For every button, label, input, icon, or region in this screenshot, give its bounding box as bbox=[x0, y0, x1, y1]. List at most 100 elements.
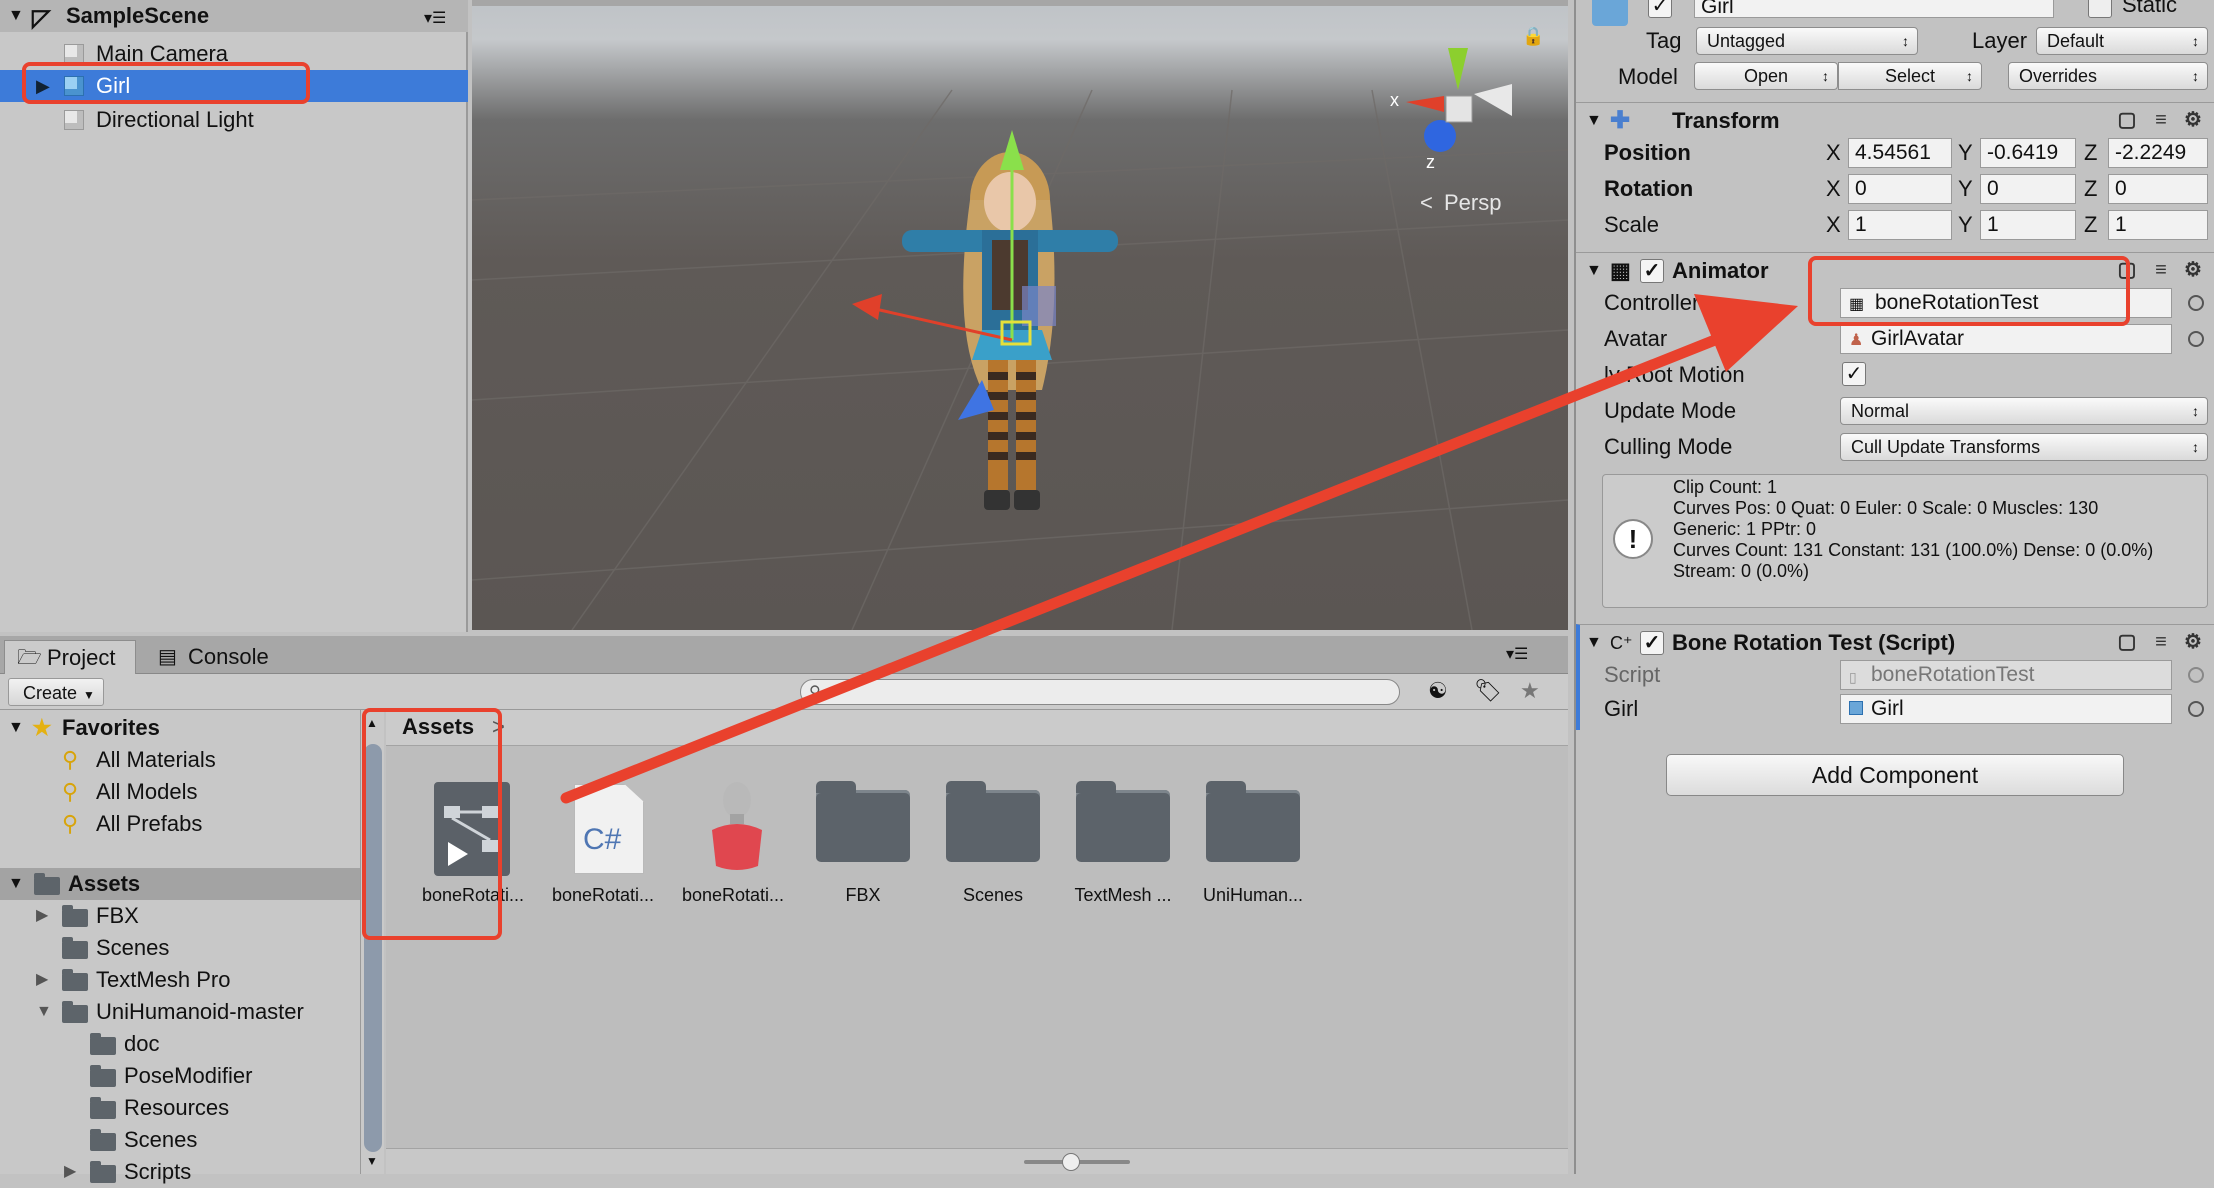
scene-view[interactable]: x z < Persp 🔒 bbox=[472, 0, 1568, 630]
culling-mode-dropdown[interactable]: Cull Update Transforms bbox=[1840, 433, 2208, 461]
layer-label: Layer bbox=[1972, 28, 2028, 53]
tree-item[interactable]: ▶ FBX bbox=[0, 900, 360, 932]
help-icon[interactable]: ▢ bbox=[2116, 109, 2138, 131]
tree-item[interactable]: ▼ UniHumanoid-master bbox=[0, 996, 360, 1028]
asset-folder[interactable]: FBX bbox=[798, 770, 928, 910]
scene-header[interactable]: ▼ ◸ SampleScene bbox=[0, 0, 468, 32]
script-component-header[interactable]: ▼ C⁺ ✓ Bone Rotation Test (Script) ▢ ≡ ⚙ bbox=[1576, 624, 2214, 660]
asset-folder[interactable]: TextMesh ... bbox=[1058, 770, 1188, 910]
scale-z-field[interactable]: 1 bbox=[2108, 210, 2208, 240]
tab-project[interactable]: 🗁 Project bbox=[4, 640, 136, 674]
assets-root[interactable]: ▼ Assets bbox=[0, 868, 360, 900]
object-name-field[interactable]: Girl bbox=[1694, 0, 2054, 18]
inspector-panel: ✓ Girl Static Tag Untagged Layer Default… bbox=[1574, 0, 2214, 1174]
zoom-slider-thumb[interactable] bbox=[1062, 1153, 1080, 1171]
script-enabled-checkbox[interactable]: ✓ bbox=[1640, 631, 1664, 655]
select-button[interactable]: Select bbox=[1838, 62, 1982, 90]
rotation-z-field[interactable]: 0 bbox=[2108, 174, 2208, 204]
avatar-icon bbox=[708, 780, 766, 876]
favorite-item[interactable]: ⚲ All Models bbox=[0, 776, 360, 808]
static-checkbox[interactable] bbox=[2088, 0, 2112, 18]
tag-dropdown[interactable]: Untagged bbox=[1696, 27, 1918, 55]
axis-z-label: Z bbox=[2084, 212, 2098, 237]
expand-triangle-icon[interactable]: ▼ bbox=[36, 996, 52, 1028]
update-mode-dropdown[interactable]: Normal bbox=[1840, 397, 2208, 425]
preset-icon[interactable]: ≡ bbox=[2150, 259, 2172, 281]
script-small-icon: ▯ bbox=[1849, 669, 1857, 685]
girl-field[interactable]: Girl bbox=[1840, 694, 2172, 724]
layer-dropdown[interactable]: Default bbox=[2036, 27, 2208, 55]
filter-label-icon[interactable]: 🏷 bbox=[1474, 678, 1502, 704]
rotation-y-field[interactable]: 0 bbox=[1980, 174, 2076, 204]
asset-script[interactable]: C# boneRotati... bbox=[538, 770, 668, 910]
search-input[interactable]: ⚲ bbox=[800, 679, 1400, 705]
preset-icon[interactable]: ≡ bbox=[2150, 109, 2172, 131]
expand-triangle-icon[interactable]: ▼ bbox=[8, 712, 24, 744]
position-y-field[interactable]: -0.6419 bbox=[1980, 138, 2076, 168]
expand-triangle-icon[interactable]: ▼ bbox=[1586, 103, 1602, 139]
favorite-item[interactable]: ⚲ All Materials bbox=[0, 744, 360, 776]
favorite-star-icon[interactable]: ★ bbox=[1520, 678, 1540, 704]
girl-model[interactable] bbox=[842, 110, 1182, 530]
asset-folder[interactable]: UniHuman... bbox=[1188, 770, 1318, 910]
favorite-item[interactable]: ⚲ All Prefabs bbox=[0, 808, 360, 840]
avatar-field[interactable]: ♟ GirlAvatar bbox=[1840, 324, 2172, 354]
rotation-x-field[interactable]: 0 bbox=[1848, 174, 1952, 204]
scale-y-field[interactable]: 1 bbox=[1980, 210, 2076, 240]
tab-menu-icon[interactable]: ▾☰ bbox=[1506, 644, 1528, 664]
preset-icon[interactable]: ≡ bbox=[2150, 631, 2172, 653]
expand-arrow-icon[interactable]: ▶ bbox=[64, 1156, 76, 1188]
position-z-field[interactable]: -2.2249 bbox=[2108, 138, 2208, 168]
position-x-field[interactable]: 4.54561 bbox=[1848, 138, 1952, 168]
tree-item[interactable]: ▶ Scripts bbox=[0, 1156, 360, 1188]
persp-label[interactable]: Persp bbox=[1444, 190, 1501, 216]
overrides-dropdown[interactable]: Overrides bbox=[2008, 62, 2208, 90]
tree-item[interactable]: doc bbox=[0, 1028, 360, 1060]
project-toolbar: Create ▼ ⚲ ☯ 🏷 ★ bbox=[0, 674, 1568, 710]
asset-folder[interactable]: Scenes bbox=[928, 770, 1058, 910]
gear-icon[interactable]: ⚙ bbox=[2182, 259, 2204, 281]
create-dropdown[interactable]: Create ▼ bbox=[8, 678, 104, 706]
scale-x-field[interactable]: 1 bbox=[1848, 210, 1952, 240]
gear-icon[interactable]: ⚙ bbox=[2182, 109, 2204, 131]
transform-header[interactable]: ▼ ✚ Transform ▢ ≡ ⚙ bbox=[1576, 102, 2214, 138]
object-picker-icon[interactable] bbox=[2188, 701, 2204, 717]
add-component-button[interactable]: Add Component bbox=[1666, 754, 2124, 796]
expand-triangle-icon[interactable]: ▼ bbox=[1586, 625, 1602, 661]
active-checkbox[interactable]: ✓ bbox=[1648, 0, 1672, 18]
expand-triangle-icon[interactable]: ▼ bbox=[1586, 253, 1602, 289]
project-tree: ▼ ★ Favorites ⚲ All Materials ⚲ All Mode… bbox=[0, 710, 360, 1184]
asset-avatar[interactable]: boneRotati... bbox=[668, 770, 798, 910]
gear-icon[interactable]: ⚙ bbox=[2182, 631, 2204, 653]
expand-triangle-icon[interactable]: ▼ bbox=[8, 868, 24, 900]
tree-item[interactable]: Scenes bbox=[0, 932, 360, 964]
tree-item[interactable]: Resources bbox=[0, 1092, 360, 1124]
object-picker-icon bbox=[2188, 667, 2204, 683]
open-button[interactable]: Open bbox=[1694, 62, 1838, 90]
expand-arrow-icon[interactable]: ▶ bbox=[36, 964, 48, 996]
hierarchy-item-directional-light[interactable]: Directional Light bbox=[0, 104, 468, 136]
help-icon[interactable]: ▢ bbox=[2116, 631, 2138, 653]
asset-label: FBX bbox=[845, 885, 881, 905]
expand-arrow-icon[interactable]: ▶ bbox=[36, 900, 48, 932]
hierarchy-menu-icon[interactable]: ▾☰ bbox=[424, 8, 446, 28]
expand-triangle-icon[interactable]: ▼ bbox=[8, 0, 24, 32]
object-picker-icon[interactable] bbox=[2188, 331, 2204, 347]
orientation-gizmo[interactable]: x z bbox=[1382, 40, 1542, 180]
scroll-down-icon[interactable]: ▼ bbox=[366, 1154, 378, 1168]
info-line: Curves Count: 131 Constant: 131 (100.0%)… bbox=[1673, 540, 2154, 560]
hierarchy-item-label: Directional Light bbox=[96, 107, 254, 132]
object-picker-icon[interactable] bbox=[2188, 295, 2204, 311]
girl-value: Girl bbox=[1871, 697, 1904, 720]
tree-item[interactable]: PoseModifier bbox=[0, 1060, 360, 1092]
tree-item[interactable]: Scenes bbox=[0, 1124, 360, 1156]
filter-type-icon[interactable]: ☯ bbox=[1428, 678, 1448, 704]
tree-item[interactable]: ▶ TextMesh Pro bbox=[0, 964, 360, 996]
tree-item-label: FBX bbox=[96, 903, 139, 928]
lock-icon[interactable]: 🔒 bbox=[1522, 26, 1544, 47]
animator-enabled-checkbox[interactable]: ✓ bbox=[1640, 259, 1664, 283]
favorites-header[interactable]: ▼ ★ Favorites bbox=[0, 712, 360, 744]
tab-console-label: Console bbox=[188, 644, 269, 669]
tab-console[interactable]: ▤ Console bbox=[146, 640, 306, 674]
root-motion-checkbox[interactable]: ✓ bbox=[1842, 362, 1866, 386]
